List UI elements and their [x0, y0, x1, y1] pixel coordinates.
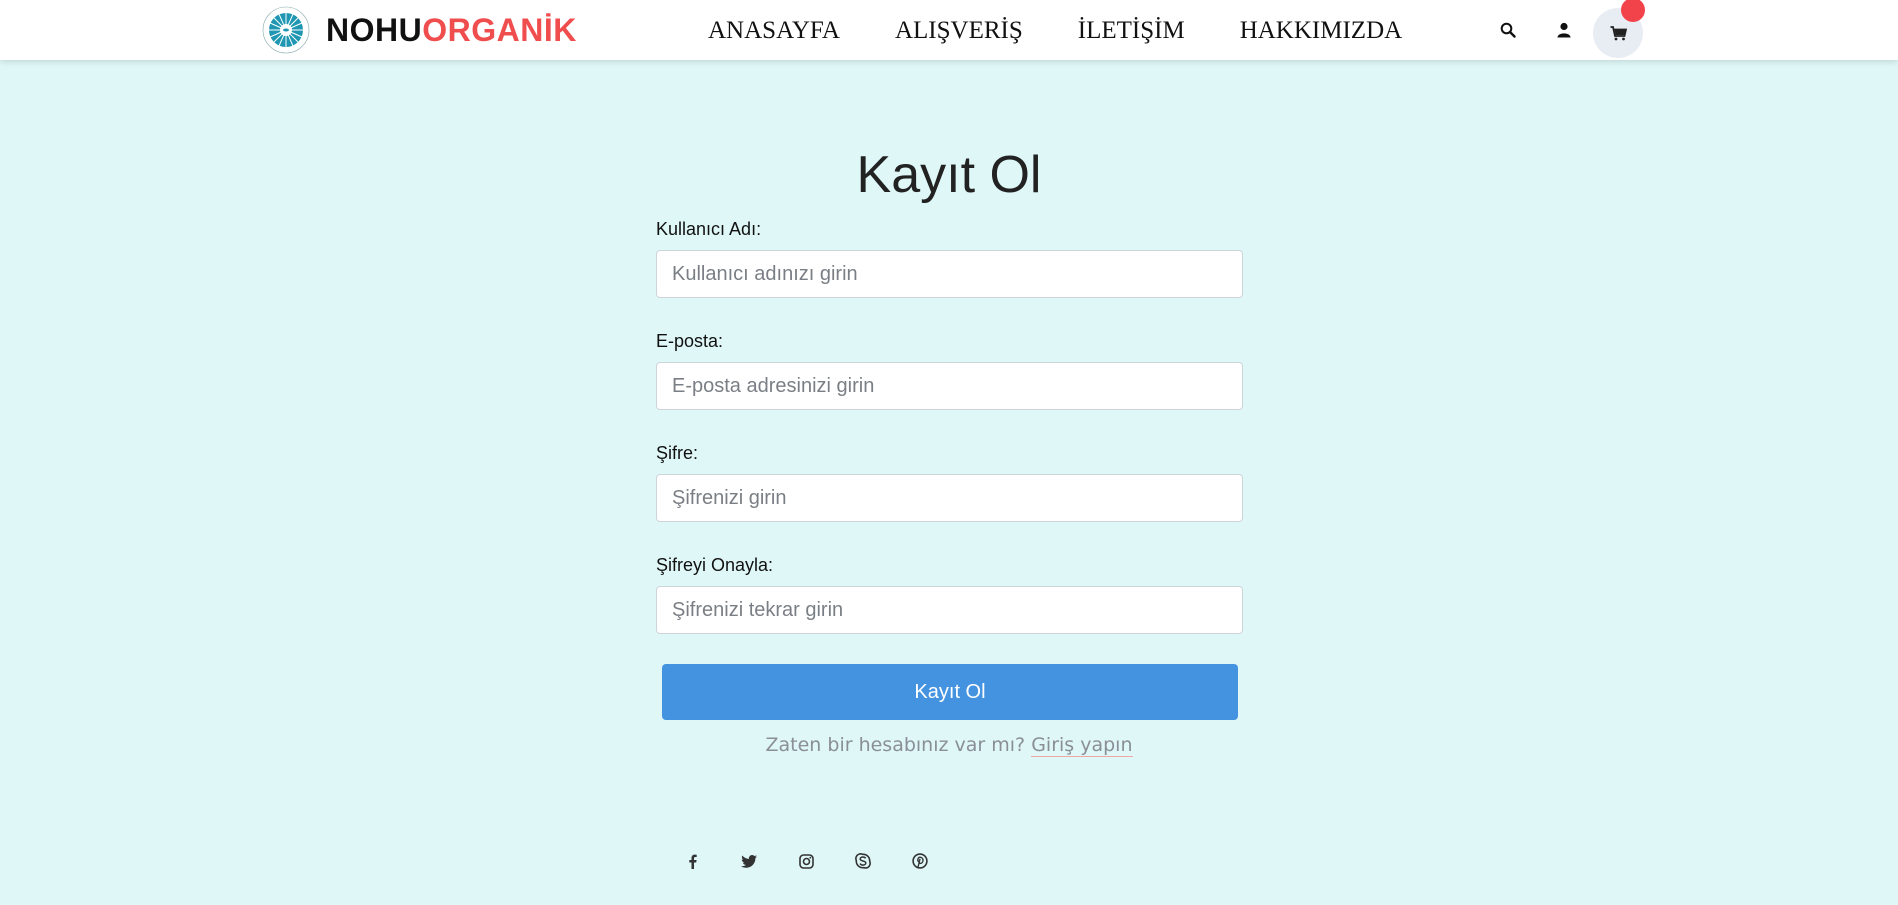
login-link[interactable]: Giriş yapın	[1031, 734, 1133, 757]
social-links	[682, 851, 967, 871]
confirm-password-label: Şifreyi Onayla:	[656, 555, 774, 575]
password-input[interactable]	[656, 474, 1243, 522]
login-prompt-line: Zaten bir hesabınız var mı? Giriş yapın	[0, 734, 1898, 757]
facebook-icon[interactable]	[682, 851, 702, 871]
username-label: Kullanıcı Adı:	[656, 219, 762, 239]
main-nav: ANASAYFA ALIŞVERİŞ İLETİŞİM HAKKIMIZDA	[708, 17, 1402, 45]
instagram-icon[interactable]	[796, 851, 816, 871]
brand-name-part1: NOHU	[326, 11, 423, 48]
cart-icon	[1610, 25, 1627, 40]
page-title: Kayıt Ol	[856, 146, 1042, 204]
cart-badge	[1621, 0, 1645, 22]
nav-item-anasayfa[interactable]: ANASAYFA	[708, 17, 840, 45]
logo-emblem-icon	[262, 6, 310, 54]
email-input[interactable]	[656, 362, 1243, 410]
password-label: Şifre:	[656, 443, 699, 463]
nav-item-alisveris[interactable]: ALIŞVERİŞ	[895, 17, 1023, 45]
brand-name: NOHUORGANİK	[326, 12, 577, 49]
email-label: E-posta:	[656, 331, 724, 351]
login-prompt-text: Zaten bir hesabınız var mı?	[765, 734, 1026, 756]
nav-item-hakkimizda[interactable]: HAKKIMIZDA	[1240, 17, 1402, 45]
twitter-icon[interactable]	[739, 851, 759, 871]
brand-name-part2: ORGANİK	[422, 11, 577, 48]
nav-item-iletisim[interactable]: İLETİŞİM	[1078, 17, 1185, 45]
pinterest-icon[interactable]	[910, 851, 930, 871]
confirm-password-input[interactable]	[656, 586, 1243, 634]
register-button[interactable]: Kayıt Ol	[662, 664, 1238, 720]
username-input[interactable]	[656, 250, 1243, 298]
skype-icon[interactable]	[853, 851, 873, 871]
user-icon[interactable]	[1552, 18, 1576, 42]
top-navbar: NOHUORGANİK ANASAYFA ALIŞVERİŞ İLETİŞİM …	[0, 0, 1898, 60]
register-form: Kullanıcı Adı: E-posta: Şifre: Şifreyi O…	[656, 218, 1243, 666]
logo[interactable]: NOHUORGANİK	[262, 5, 577, 55]
search-icon[interactable]	[1496, 18, 1520, 42]
